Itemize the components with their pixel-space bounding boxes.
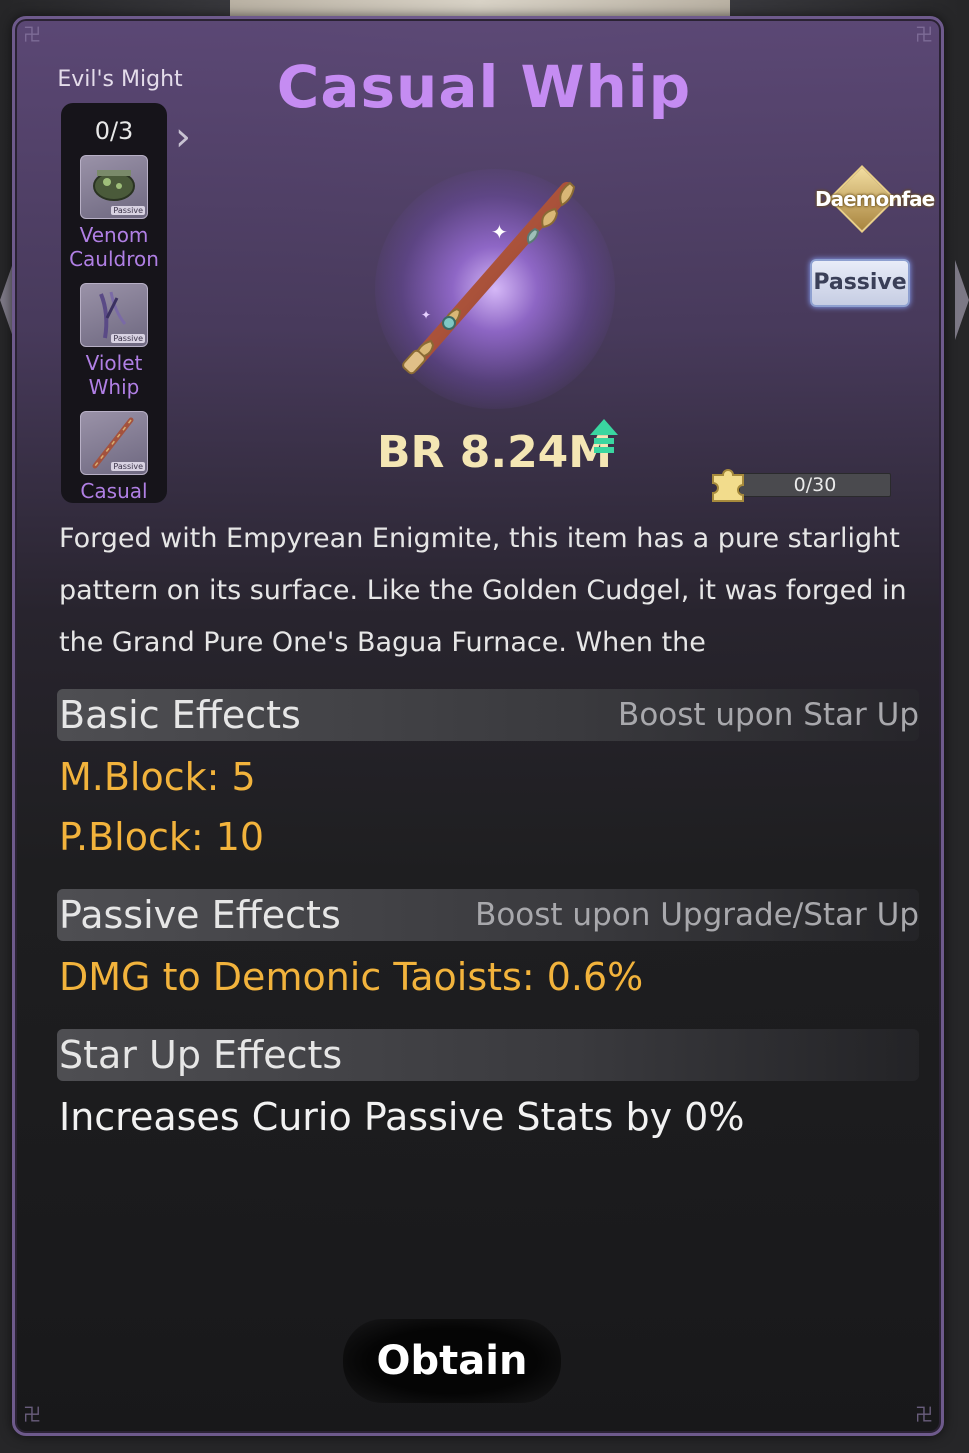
- puzzle-piece-icon: [712, 469, 744, 502]
- whip-icon: Passive: [80, 283, 148, 347]
- set-count: 0/3: [94, 117, 134, 145]
- faction-badge: Daemonfae: [815, 165, 935, 233]
- corner-ornament-icon: 卍: [23, 25, 41, 46]
- passive-tag: Passive: [111, 462, 145, 471]
- svg-text:✦: ✦: [421, 308, 431, 322]
- basic-effects-header: Basic Effects Boost upon Star Up: [57, 689, 919, 741]
- passive-tag: Passive: [111, 334, 145, 343]
- battle-rating: BR 8.24M: [377, 427, 613, 478]
- curio-detail-panel: 卍 卍 卍 卍 Casual Whip Evil's Might 0/3 Pas…: [12, 16, 944, 1436]
- passive-effects-title: Passive Effects: [59, 893, 341, 937]
- faction-badge-label: Daemonfae: [815, 187, 935, 211]
- obtain-button[interactable]: Obtain: [343, 1319, 561, 1403]
- casual-whip-icon: Passive: [80, 411, 148, 475]
- set-item-venom-cauldron[interactable]: Passive Venom Cauldron: [61, 155, 167, 271]
- set-label: Evil's Might: [57, 67, 183, 92]
- svg-text:✦: ✦: [491, 220, 508, 244]
- set-item-violet-whip[interactable]: Passive Violet Whip: [61, 283, 167, 399]
- set-item-name: Casual: [80, 479, 148, 503]
- casual-whip-image: ✦ ✦: [402, 181, 576, 375]
- cauldron-icon: Passive: [80, 155, 148, 219]
- star-up-effect-text: Increases Curio Passive Stats by 0%: [59, 1095, 745, 1139]
- basic-effects-hint: Boost upon Star Up: [618, 697, 919, 733]
- item-description: Forged with Empyrean Enigmite, this item…: [59, 523, 907, 658]
- passive-effects-header: Passive Effects Boost upon Upgrade/Star …: [57, 889, 919, 941]
- set-list: 0/3 Passive Venom Cauldron Passive Viole…: [61, 103, 167, 503]
- passive-tag: Passive: [111, 206, 145, 215]
- fragment-progress-bar: 0/30: [739, 473, 891, 497]
- star-up-effects-title: Star Up Effects: [59, 1033, 343, 1077]
- corner-ornament-icon: 卍: [23, 1405, 41, 1426]
- corner-ornament-icon: 卍: [915, 25, 933, 46]
- set-item-casual[interactable]: Passive Casual: [61, 411, 167, 503]
- set-item-name: Violet Whip: [85, 351, 143, 399]
- stat-m-block: M.Block: 5: [59, 755, 256, 799]
- stat-dmg-demonic-taoists: DMG to Demonic Taoists: 0.6%: [59, 955, 644, 999]
- br-up-arrow-icon: [590, 419, 618, 453]
- star-up-effects-header: Star Up Effects: [57, 1029, 919, 1081]
- corner-ornament-icon: 卍: [915, 1405, 933, 1426]
- fragment-progress-text: 0/30: [793, 474, 837, 496]
- passive-effects-hint: Boost upon Upgrade/Star Up: [475, 897, 919, 933]
- set-item-name: Venom Cauldron: [69, 223, 159, 271]
- stat-p-block: P.Block: 10: [59, 815, 265, 859]
- passive-type-badge: Passive: [810, 259, 910, 307]
- basic-effects-title: Basic Effects: [59, 693, 301, 737]
- set-next-arrow-icon[interactable]: ›: [175, 115, 203, 159]
